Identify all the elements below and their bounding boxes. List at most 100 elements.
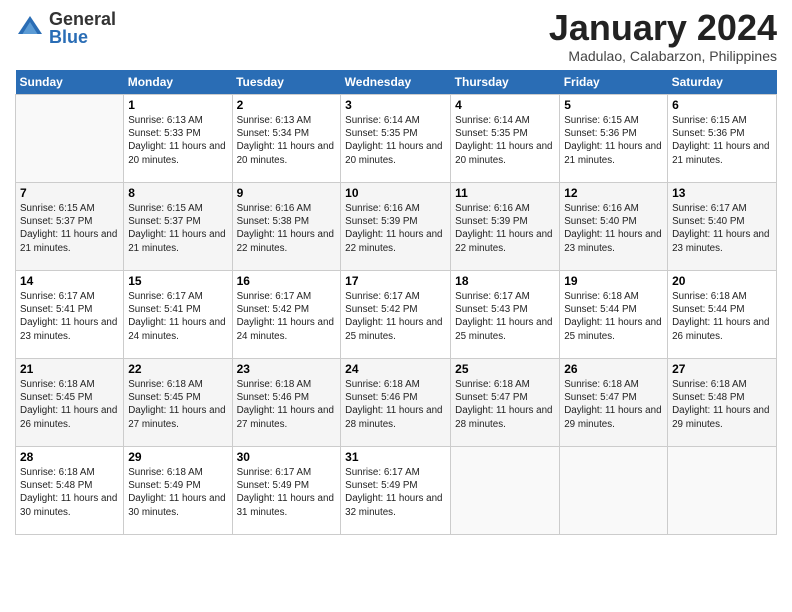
- col-thursday: Thursday: [451, 70, 560, 95]
- title-block: January 2024 Madulao, Calabarzon, Philip…: [549, 10, 777, 64]
- calendar-day-cell: 10 Sunrise: 6:16 AMSunset: 5:39 PMDaylig…: [341, 183, 451, 271]
- day-number: 18: [455, 274, 555, 288]
- day-info: Sunrise: 6:13 AMSunset: 5:33 PMDaylight:…: [128, 115, 225, 166]
- day-number: 21: [20, 362, 119, 376]
- calendar-week-row: 21 Sunrise: 6:18 AMSunset: 5:45 PMDaylig…: [16, 359, 777, 447]
- day-number: 23: [237, 362, 337, 376]
- day-number: 14: [20, 274, 119, 288]
- calendar-day-cell: 30 Sunrise: 6:17 AMSunset: 5:49 PMDaylig…: [232, 447, 341, 535]
- day-info: Sunrise: 6:17 AMSunset: 5:43 PMDaylight:…: [455, 291, 552, 342]
- col-monday: Monday: [124, 70, 232, 95]
- day-number: 9: [237, 186, 337, 200]
- day-info: Sunrise: 6:16 AMSunset: 5:38 PMDaylight:…: [237, 203, 334, 254]
- logo-icon: [15, 13, 45, 43]
- calendar-day-cell: 13 Sunrise: 6:17 AMSunset: 5:40 PMDaylig…: [668, 183, 777, 271]
- day-info: Sunrise: 6:17 AMSunset: 5:41 PMDaylight:…: [128, 291, 225, 342]
- calendar-day-cell: 21 Sunrise: 6:18 AMSunset: 5:45 PMDaylig…: [16, 359, 124, 447]
- calendar-day-cell: 4 Sunrise: 6:14 AMSunset: 5:35 PMDayligh…: [451, 95, 560, 183]
- day-info: Sunrise: 6:15 AMSunset: 5:37 PMDaylight:…: [128, 203, 225, 254]
- day-info: Sunrise: 6:16 AMSunset: 5:40 PMDaylight:…: [564, 203, 661, 254]
- calendar-week-row: 28 Sunrise: 6:18 AMSunset: 5:48 PMDaylig…: [16, 447, 777, 535]
- day-info: Sunrise: 6:15 AMSunset: 5:36 PMDaylight:…: [564, 115, 661, 166]
- day-info: Sunrise: 6:18 AMSunset: 5:44 PMDaylight:…: [564, 291, 661, 342]
- calendar-header-row: Sunday Monday Tuesday Wednesday Thursday…: [16, 70, 777, 95]
- calendar-day-cell: 19 Sunrise: 6:18 AMSunset: 5:44 PMDaylig…: [560, 271, 668, 359]
- calendar-day-cell: 20 Sunrise: 6:18 AMSunset: 5:44 PMDaylig…: [668, 271, 777, 359]
- calendar-day-cell: 3 Sunrise: 6:14 AMSunset: 5:35 PMDayligh…: [341, 95, 451, 183]
- calendar-week-row: 7 Sunrise: 6:15 AMSunset: 5:37 PMDayligh…: [16, 183, 777, 271]
- day-number: 7: [20, 186, 119, 200]
- day-info: Sunrise: 6:18 AMSunset: 5:45 PMDaylight:…: [128, 379, 225, 430]
- day-number: 15: [128, 274, 227, 288]
- day-info: Sunrise: 6:18 AMSunset: 5:49 PMDaylight:…: [128, 467, 225, 518]
- day-number: 28: [20, 450, 119, 464]
- calendar-day-cell: 26 Sunrise: 6:18 AMSunset: 5:47 PMDaylig…: [560, 359, 668, 447]
- day-info: Sunrise: 6:18 AMSunset: 5:47 PMDaylight:…: [564, 379, 661, 430]
- day-info: Sunrise: 6:18 AMSunset: 5:44 PMDaylight:…: [672, 291, 769, 342]
- day-info: Sunrise: 6:18 AMSunset: 5:46 PMDaylight:…: [237, 379, 334, 430]
- logo-blue: Blue: [49, 28, 116, 46]
- day-info: Sunrise: 6:14 AMSunset: 5:35 PMDaylight:…: [455, 115, 552, 166]
- calendar-table: Sunday Monday Tuesday Wednesday Thursday…: [15, 70, 777, 535]
- calendar-day-cell: 14 Sunrise: 6:17 AMSunset: 5:41 PMDaylig…: [16, 271, 124, 359]
- calendar-day-cell: 16 Sunrise: 6:17 AMSunset: 5:42 PMDaylig…: [232, 271, 341, 359]
- calendar-day-cell: [16, 95, 124, 183]
- day-number: 25: [455, 362, 555, 376]
- calendar-day-cell: 29 Sunrise: 6:18 AMSunset: 5:49 PMDaylig…: [124, 447, 232, 535]
- calendar-day-cell: 22 Sunrise: 6:18 AMSunset: 5:45 PMDaylig…: [124, 359, 232, 447]
- calendar-day-cell: 25 Sunrise: 6:18 AMSunset: 5:47 PMDaylig…: [451, 359, 560, 447]
- day-number: 10: [345, 186, 446, 200]
- main-container: General Blue January 2024 Madulao, Calab…: [0, 0, 792, 545]
- day-info: Sunrise: 6:17 AMSunset: 5:41 PMDaylight:…: [20, 291, 117, 342]
- day-number: 30: [237, 450, 337, 464]
- day-info: Sunrise: 6:18 AMSunset: 5:48 PMDaylight:…: [20, 467, 117, 518]
- day-number: 16: [237, 274, 337, 288]
- calendar-day-cell: 1 Sunrise: 6:13 AMSunset: 5:33 PMDayligh…: [124, 95, 232, 183]
- calendar-day-cell: [560, 447, 668, 535]
- day-number: 24: [345, 362, 446, 376]
- day-number: 2: [237, 98, 337, 112]
- day-info: Sunrise: 6:16 AMSunset: 5:39 PMDaylight:…: [345, 203, 442, 254]
- day-number: 8: [128, 186, 227, 200]
- calendar-day-cell: [668, 447, 777, 535]
- day-number: 11: [455, 186, 555, 200]
- logo: General Blue: [15, 10, 116, 46]
- calendar-day-cell: [451, 447, 560, 535]
- day-info: Sunrise: 6:18 AMSunset: 5:45 PMDaylight:…: [20, 379, 117, 430]
- calendar-day-cell: 11 Sunrise: 6:16 AMSunset: 5:39 PMDaylig…: [451, 183, 560, 271]
- col-wednesday: Wednesday: [341, 70, 451, 95]
- day-info: Sunrise: 6:18 AMSunset: 5:48 PMDaylight:…: [672, 379, 769, 430]
- day-info: Sunrise: 6:18 AMSunset: 5:47 PMDaylight:…: [455, 379, 552, 430]
- day-number: 29: [128, 450, 227, 464]
- day-number: 26: [564, 362, 663, 376]
- calendar-week-row: 1 Sunrise: 6:13 AMSunset: 5:33 PMDayligh…: [16, 95, 777, 183]
- day-info: Sunrise: 6:17 AMSunset: 5:49 PMDaylight:…: [237, 467, 334, 518]
- day-info: Sunrise: 6:14 AMSunset: 5:35 PMDaylight:…: [345, 115, 442, 166]
- calendar-day-cell: 17 Sunrise: 6:17 AMSunset: 5:42 PMDaylig…: [341, 271, 451, 359]
- day-number: 17: [345, 274, 446, 288]
- day-number: 19: [564, 274, 663, 288]
- day-info: Sunrise: 6:17 AMSunset: 5:42 PMDaylight:…: [237, 291, 334, 342]
- day-info: Sunrise: 6:17 AMSunset: 5:40 PMDaylight:…: [672, 203, 769, 254]
- day-number: 3: [345, 98, 446, 112]
- day-number: 4: [455, 98, 555, 112]
- day-number: 12: [564, 186, 663, 200]
- day-info: Sunrise: 6:13 AMSunset: 5:34 PMDaylight:…: [237, 115, 334, 166]
- calendar-day-cell: 23 Sunrise: 6:18 AMSunset: 5:46 PMDaylig…: [232, 359, 341, 447]
- calendar-day-cell: 8 Sunrise: 6:15 AMSunset: 5:37 PMDayligh…: [124, 183, 232, 271]
- calendar-day-cell: 24 Sunrise: 6:18 AMSunset: 5:46 PMDaylig…: [341, 359, 451, 447]
- day-number: 22: [128, 362, 227, 376]
- day-info: Sunrise: 6:15 AMSunset: 5:37 PMDaylight:…: [20, 203, 117, 254]
- day-number: 20: [672, 274, 772, 288]
- header: General Blue January 2024 Madulao, Calab…: [15, 10, 777, 64]
- calendar-day-cell: 7 Sunrise: 6:15 AMSunset: 5:37 PMDayligh…: [16, 183, 124, 271]
- calendar-day-cell: 28 Sunrise: 6:18 AMSunset: 5:48 PMDaylig…: [16, 447, 124, 535]
- day-number: 5: [564, 98, 663, 112]
- month-title: January 2024: [549, 10, 777, 46]
- calendar-day-cell: 18 Sunrise: 6:17 AMSunset: 5:43 PMDaylig…: [451, 271, 560, 359]
- calendar-day-cell: 12 Sunrise: 6:16 AMSunset: 5:40 PMDaylig…: [560, 183, 668, 271]
- day-info: Sunrise: 6:17 AMSunset: 5:49 PMDaylight:…: [345, 467, 442, 518]
- day-info: Sunrise: 6:16 AMSunset: 5:39 PMDaylight:…: [455, 203, 552, 254]
- day-number: 6: [672, 98, 772, 112]
- calendar-day-cell: 5 Sunrise: 6:15 AMSunset: 5:36 PMDayligh…: [560, 95, 668, 183]
